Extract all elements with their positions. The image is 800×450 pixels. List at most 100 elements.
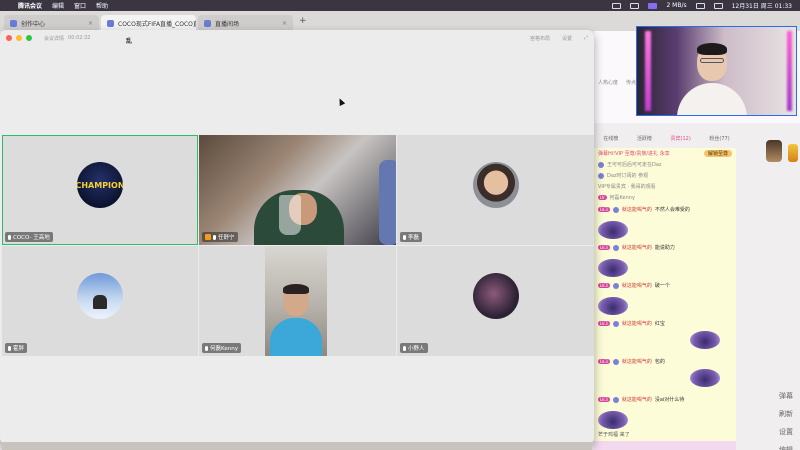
settings-button[interactable]: 设置 bbox=[562, 35, 572, 42]
sticker-image bbox=[690, 369, 720, 387]
participant-name: 李磊 bbox=[408, 235, 420, 241]
vip-notice: 弹幕Hi!VIP 至尊/贵族/进礼 永享 解锁至尊 bbox=[594, 148, 736, 159]
tab-creator-center[interactable]: 创作中心 × bbox=[4, 15, 99, 31]
refresh-icon[interactable]: 刷新 bbox=[779, 409, 793, 419]
participant-label: 李磊 bbox=[400, 232, 423, 242]
chat-user[interactable]: 就这能喝气的 bbox=[622, 244, 652, 251]
menu-item-help[interactable]: 帮助 bbox=[96, 1, 108, 10]
battery-icon[interactable] bbox=[713, 2, 723, 9]
tab-close-icon[interactable]: × bbox=[88, 20, 93, 27]
fullscreen-window-button[interactable] bbox=[26, 35, 32, 41]
participant-avatar bbox=[77, 273, 123, 319]
settings-icon[interactable]: 设置 bbox=[779, 427, 793, 437]
participant-label: 何磊Kenny bbox=[202, 343, 241, 353]
meeting-status-icon[interactable] bbox=[648, 2, 658, 9]
record-icon[interactable] bbox=[612, 2, 622, 9]
user-avatar bbox=[612, 320, 619, 327]
host-icon bbox=[205, 234, 211, 240]
danmaku-icon[interactable]: 弹幕 bbox=[779, 391, 793, 401]
glasses bbox=[700, 58, 724, 63]
vip-text: Daz时订阅的 参观 bbox=[607, 173, 649, 179]
level-badge: LV.3 bbox=[598, 397, 610, 402]
chat-panel[interactable]: 弹幕Hi!VIP 至尊/贵族/进礼 永享 解锁至尊 王可可后后可可走在Daz D… bbox=[594, 148, 736, 450]
favicon-icon bbox=[107, 19, 114, 27]
menu-app-name[interactable]: 腾讯会议 bbox=[18, 1, 42, 10]
mic-icon bbox=[213, 234, 216, 240]
participant-tile[interactable]: 任舒宁 bbox=[199, 135, 396, 245]
meeting-window: 会议详情 00:02:32 宫格布局 设置 ⤢ CHAMPION COCO- 王… bbox=[0, 30, 594, 444]
level-badge: LV.3 bbox=[598, 283, 610, 288]
chat-message: LV.3 就这能喝气的 不然人会难受的 bbox=[594, 203, 736, 241]
layout-button[interactable]: 宫格布局 bbox=[530, 35, 550, 42]
chat-user[interactable]: 就这能喝气的 bbox=[622, 396, 652, 403]
vip-text: 王可可后后可可走在Daz bbox=[607, 162, 662, 168]
meeting-titlebar: 会议详情 00:02:32 宫格布局 设置 ⤢ bbox=[0, 30, 594, 46]
chat-user[interactable]: 就这能喝气的 bbox=[622, 282, 652, 289]
chat-text: 破一个 bbox=[654, 283, 670, 289]
participant-tile[interactable]: 霍胖 bbox=[2, 246, 198, 356]
meeting-info[interactable]: 会议详情 bbox=[44, 35, 64, 42]
sticker-image bbox=[598, 221, 628, 239]
tab-title: 创作中心 bbox=[21, 20, 46, 28]
clock[interactable]: 12月31日 周三 01:33 bbox=[732, 1, 792, 10]
participant-name: 任舒宁 bbox=[218, 235, 235, 241]
tab-fans-rank[interactable]: 粉丝(77) bbox=[709, 135, 729, 145]
shirt bbox=[270, 318, 322, 356]
participant-video bbox=[199, 135, 396, 245]
chat-message: LV.3 就这能喝气的 能说助力 bbox=[594, 241, 736, 279]
sticker-image bbox=[598, 411, 628, 429]
glass-cup bbox=[279, 195, 301, 235]
sticker-image bbox=[690, 331, 720, 349]
participant-name: 小野人 bbox=[408, 346, 425, 352]
expand-icon[interactable]: ⤢ bbox=[584, 35, 588, 42]
chat-user[interactable]: 就这能喝气的 bbox=[622, 320, 652, 327]
participant-tile[interactable]: CHAMPION COCO- 王高地 bbox=[2, 135, 198, 245]
menu-status-area: 2 MB/s 12月31日 周三 01:33 bbox=[612, 1, 792, 10]
level-badge: LV.3 bbox=[598, 207, 610, 212]
chat-input-bar[interactable] bbox=[594, 441, 736, 450]
new-tab-button[interactable]: + bbox=[299, 16, 307, 26]
close-window-button[interactable] bbox=[6, 35, 12, 41]
participant-tile[interactable]: 小野人 bbox=[397, 246, 594, 356]
participant-avatar bbox=[472, 162, 519, 208]
chat-message: LV.3 就这能喝气的 包的 bbox=[594, 355, 736, 393]
streamer-hair bbox=[697, 43, 727, 55]
unlock-button[interactable]: 解锁至尊 bbox=[703, 150, 732, 157]
dock-bar bbox=[2, 442, 592, 450]
tab-close-icon[interactable]: × bbox=[282, 20, 287, 27]
light-strip bbox=[645, 31, 651, 111]
user-avatar bbox=[612, 282, 619, 289]
chat-user[interactable]: 就这能喝气的 bbox=[622, 358, 652, 365]
tab-live-stream[interactable]: COCO现式FIFA直播_COCO直... × bbox=[101, 15, 196, 31]
chat-text: 能说助力 bbox=[654, 245, 675, 251]
level-badge: LV bbox=[598, 195, 607, 200]
wifi-icon[interactable] bbox=[695, 2, 705, 9]
minimize-window-button[interactable] bbox=[16, 35, 22, 41]
participant-avatar: CHAMPION bbox=[77, 162, 123, 208]
tab-title: 直播间场 bbox=[215, 20, 240, 28]
chat-user[interactable]: 就这能喝气的 bbox=[622, 206, 652, 213]
edit-icon[interactable]: 编辑 bbox=[779, 445, 793, 450]
participant-label: 任舒宁 bbox=[202, 232, 238, 242]
chat-message: LV.3 就这能喝气的 破一个 bbox=[594, 279, 736, 317]
menu-item-window[interactable]: 窗口 bbox=[74, 1, 86, 10]
level-badge: LV.3 bbox=[598, 245, 610, 250]
chat-text: 红宝 bbox=[654, 321, 665, 327]
tab-online-rank[interactable]: 在线榜 bbox=[603, 135, 618, 145]
display-icon[interactable] bbox=[630, 2, 640, 9]
tab-active-rank[interactable]: 活跃榜 bbox=[637, 135, 652, 145]
vip-line: 王可可后后可可走在Daz bbox=[594, 159, 736, 170]
chat-text: 不然人会难受的 bbox=[654, 207, 690, 213]
participant-label: 霍胖 bbox=[5, 343, 28, 353]
menu-item-edit[interactable]: 编辑 bbox=[52, 1, 64, 10]
tab-live-room[interactable]: 直播间场 × bbox=[198, 15, 293, 31]
participant-tile[interactable]: 何磊Kenny bbox=[199, 246, 396, 356]
tab-vip-rank[interactable]: 贵宾(12) bbox=[671, 135, 691, 145]
participant-video bbox=[265, 246, 327, 356]
participant-tile[interactable]: 李磊 bbox=[397, 135, 594, 245]
mascot-image bbox=[766, 140, 782, 162]
menu-bar: 腾讯会议 编辑 窗口 帮助 2 MB/s 12月31日 周三 01:33 bbox=[0, 0, 800, 11]
vip-text: VIP专属贵宾 · 我哥的观看 bbox=[598, 184, 656, 190]
sticker-image bbox=[598, 259, 628, 277]
camera-preview[interactable] bbox=[636, 26, 797, 116]
